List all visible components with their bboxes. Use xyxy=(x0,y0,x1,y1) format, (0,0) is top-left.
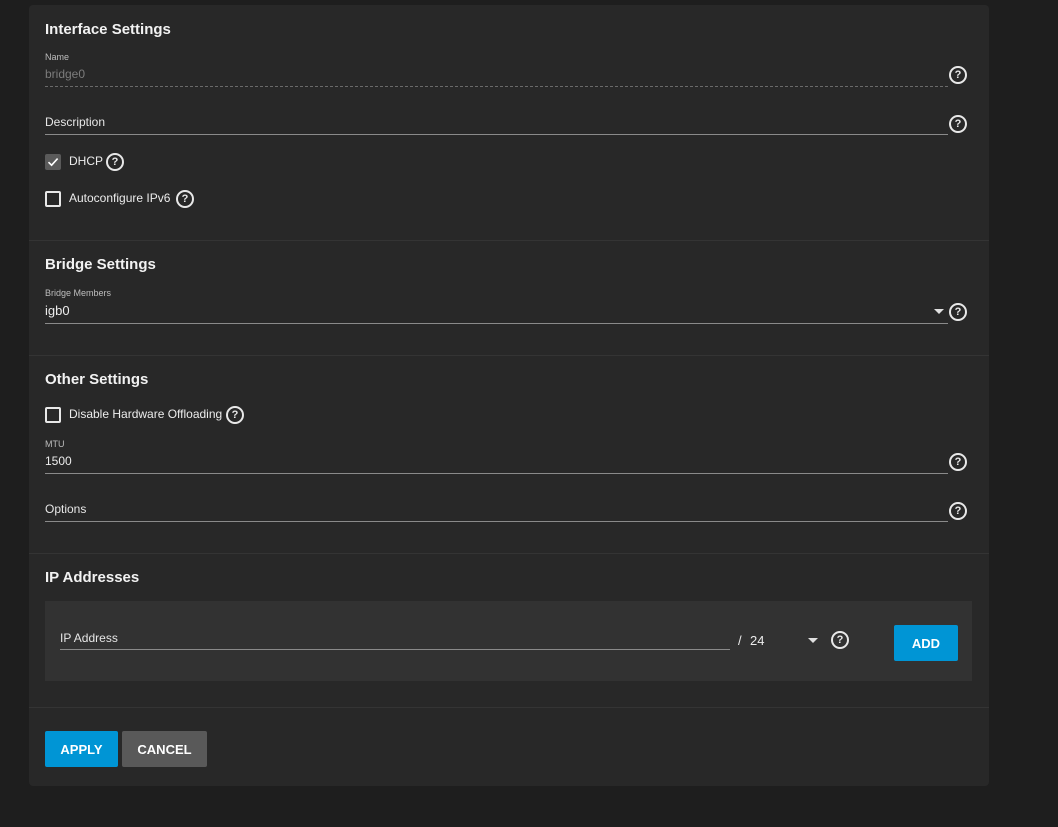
options-input[interactable]: Options xyxy=(45,502,86,516)
ip-addresses-title: IP Addresses xyxy=(45,569,140,586)
name-label: Name xyxy=(45,52,70,62)
autoconfigure-ipv6-checkbox[interactable] xyxy=(45,191,61,207)
autoconfigure-ipv6-label: Autoconfigure IPv6 xyxy=(69,191,171,205)
add-ip-button[interactable]: ADD xyxy=(894,625,958,661)
disable-hardware-offloading-help-icon[interactable]: ? xyxy=(226,406,244,424)
description-field[interactable]: Description xyxy=(45,115,105,129)
apply-button[interactable]: APPLY xyxy=(45,731,118,767)
chevron-down-icon[interactable] xyxy=(808,638,818,643)
bridge-members-underline xyxy=(45,323,948,324)
netmask-select[interactable]: 24 xyxy=(750,633,764,648)
check-icon xyxy=(47,158,59,167)
dhcp-label: DHCP xyxy=(69,154,104,168)
interface-form-card: Interface Settings Name bridge0 ? Descri… xyxy=(29,5,989,786)
chevron-down-icon[interactable] xyxy=(934,309,944,314)
bridge-members-select[interactable]: igb0 xyxy=(45,303,70,318)
section-divider xyxy=(29,240,989,241)
mtu-label: MTU xyxy=(45,439,65,449)
ip-address-input[interactable]: IP Address xyxy=(60,631,118,645)
mtu-help-icon[interactable]: ? xyxy=(949,453,967,471)
dhcp-checkbox[interactable] xyxy=(45,154,61,170)
options-underline xyxy=(45,521,948,522)
netmask-separator: / xyxy=(738,633,742,648)
description-help-icon[interactable]: ? xyxy=(949,115,967,133)
mtu-input[interactable]: 1500 xyxy=(45,454,72,468)
interface-settings-title: Interface Settings xyxy=(45,21,171,38)
section-divider xyxy=(29,707,989,708)
cancel-button[interactable]: CANCEL xyxy=(122,731,207,767)
section-divider xyxy=(29,553,989,554)
mtu-underline xyxy=(45,473,948,474)
disable-hardware-offloading-label: Disable Hardware Offloading xyxy=(69,407,223,421)
name-help-icon[interactable]: ? xyxy=(949,66,967,84)
bridge-members-help-icon[interactable]: ? xyxy=(949,303,967,321)
autoconfigure-ipv6-help-icon[interactable]: ? xyxy=(176,190,194,208)
ip-address-help-icon[interactable]: ? xyxy=(831,631,849,649)
section-divider xyxy=(29,355,989,356)
bridge-members-label: Bridge Members xyxy=(45,288,112,298)
other-settings-title: Other Settings xyxy=(45,371,149,388)
disable-hardware-offloading-checkbox[interactable] xyxy=(45,407,61,423)
dhcp-help-icon[interactable]: ? xyxy=(106,153,124,171)
name-field: bridge0 xyxy=(45,67,86,81)
name-underline xyxy=(45,86,948,87)
options-help-icon[interactable]: ? xyxy=(949,502,967,520)
description-underline xyxy=(45,134,948,135)
ip-address-underline xyxy=(60,649,730,650)
bridge-settings-title: Bridge Settings xyxy=(45,256,156,273)
ip-address-row: IP Address / 24 ? ADD xyxy=(45,601,972,681)
